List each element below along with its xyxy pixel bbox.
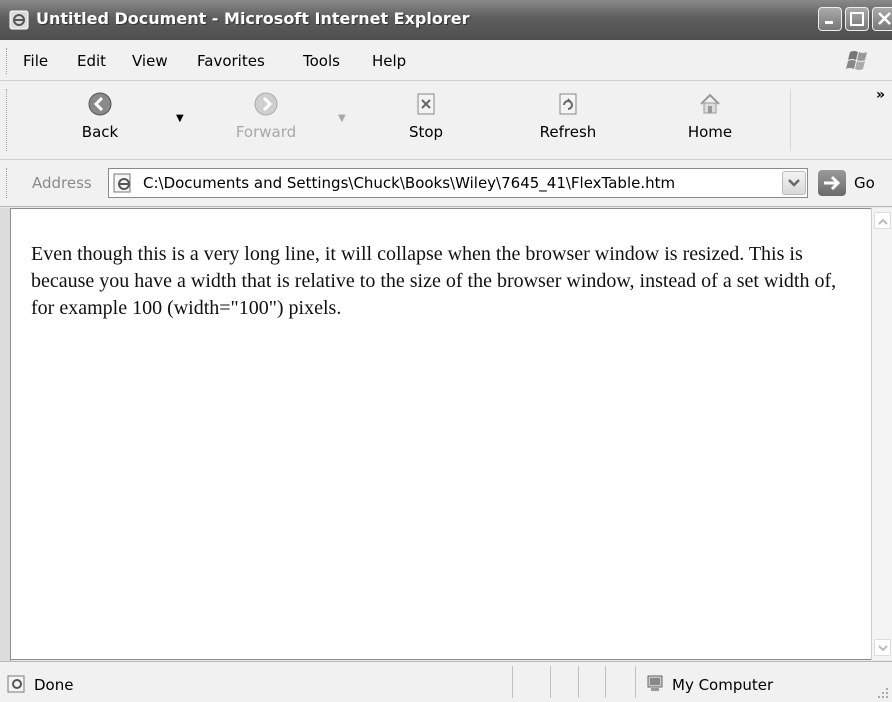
menu-file[interactable]: File bbox=[23, 52, 48, 70]
refresh-label: Refresh bbox=[539, 123, 597, 141]
status-divider bbox=[605, 666, 606, 698]
maximize-button[interactable] bbox=[845, 7, 869, 31]
stop-label: Stop bbox=[408, 123, 444, 141]
close-button[interactable] bbox=[872, 7, 892, 31]
status-text: Done bbox=[34, 676, 74, 694]
status-divider bbox=[512, 666, 513, 698]
go-arrow-icon bbox=[818, 170, 846, 196]
windows-logo-icon bbox=[846, 51, 867, 70]
address-url[interactable]: C:\Documents and Settings\Chuck\Books\Wi… bbox=[143, 174, 675, 192]
home-icon bbox=[700, 93, 720, 114]
browser-window: Untitled Document - Microsoft Internet E… bbox=[0, 0, 892, 702]
minimize-button[interactable] bbox=[818, 7, 842, 31]
computer-icon bbox=[647, 675, 663, 691]
refresh-button[interactable]: Refresh bbox=[530, 91, 606, 141]
home-button[interactable]: Home bbox=[684, 91, 736, 141]
vertical-scrollbar[interactable] bbox=[871, 208, 892, 660]
address-bar: Address C:\Documents and Settings\Chuck\… bbox=[0, 160, 892, 207]
stop-icon bbox=[417, 93, 435, 115]
address-label: Address bbox=[32, 174, 92, 192]
forward-button[interactable]: Forward bbox=[226, 91, 306, 141]
menu-favorites[interactable]: Favorites bbox=[197, 52, 265, 70]
status-divider bbox=[635, 666, 636, 698]
standard-toolbar: Back ▼ Forward ▼ Stop Refresh Home » bbox=[0, 81, 892, 160]
chevron-down-icon bbox=[788, 179, 800, 187]
page-icon bbox=[7, 675, 25, 693]
page-icon bbox=[113, 173, 131, 193]
forward-dropdown[interactable]: ▼ bbox=[338, 113, 346, 124]
back-label: Back bbox=[81, 123, 119, 141]
menu-view[interactable]: View bbox=[132, 52, 168, 70]
back-arrow-icon bbox=[88, 92, 112, 116]
toolbar-more-button[interactable]: » bbox=[876, 87, 885, 103]
security-zone-label: My Computer bbox=[672, 676, 774, 694]
toolbar-separator bbox=[790, 89, 791, 151]
refresh-icon bbox=[559, 93, 577, 115]
status-bar: Done My Computer bbox=[0, 661, 892, 702]
maximize-icon bbox=[850, 12, 864, 26]
menu-grip[interactable] bbox=[6, 48, 10, 74]
title-bar[interactable]: Untitled Document - Microsoft Internet E… bbox=[0, 0, 892, 40]
menu-edit[interactable]: Edit bbox=[77, 52, 106, 70]
resize-grip-icon[interactable] bbox=[874, 684, 890, 700]
status-divider bbox=[578, 666, 579, 698]
home-label: Home bbox=[687, 123, 733, 141]
window-title: Untitled Document - Microsoft Internet E… bbox=[36, 9, 470, 28]
chevron-up-icon bbox=[878, 218, 888, 225]
menu-help[interactable]: Help bbox=[372, 52, 406, 70]
scroll-up-button[interactable] bbox=[874, 212, 891, 229]
page-viewport[interactable]: Even though this is a very long line, it… bbox=[10, 208, 871, 660]
toolbar-grip[interactable] bbox=[6, 89, 10, 151]
page-body-text: Even though this is a very long line, it… bbox=[31, 243, 837, 319]
address-dropdown-button[interactable] bbox=[782, 171, 806, 195]
forward-arrow-icon bbox=[254, 92, 278, 116]
back-dropdown[interactable]: ▼ bbox=[176, 113, 184, 124]
stop-button[interactable]: Stop bbox=[400, 91, 452, 141]
go-label: Go bbox=[854, 174, 875, 192]
scroll-down-button[interactable] bbox=[874, 639, 891, 656]
ie-icon bbox=[9, 10, 29, 30]
status-divider bbox=[550, 666, 551, 698]
close-icon bbox=[878, 12, 891, 25]
forward-label: Forward bbox=[235, 123, 297, 141]
menu-bar: File Edit View Favorites Tools Help bbox=[0, 40, 892, 81]
address-grip[interactable] bbox=[6, 168, 10, 198]
minimize-icon bbox=[825, 21, 833, 24]
menu-tools[interactable]: Tools bbox=[303, 52, 340, 70]
chevron-down-icon bbox=[878, 645, 888, 652]
address-input[interactable]: C:\Documents and Settings\Chuck\Books\Wi… bbox=[108, 168, 808, 198]
back-button[interactable]: Back bbox=[74, 91, 126, 141]
